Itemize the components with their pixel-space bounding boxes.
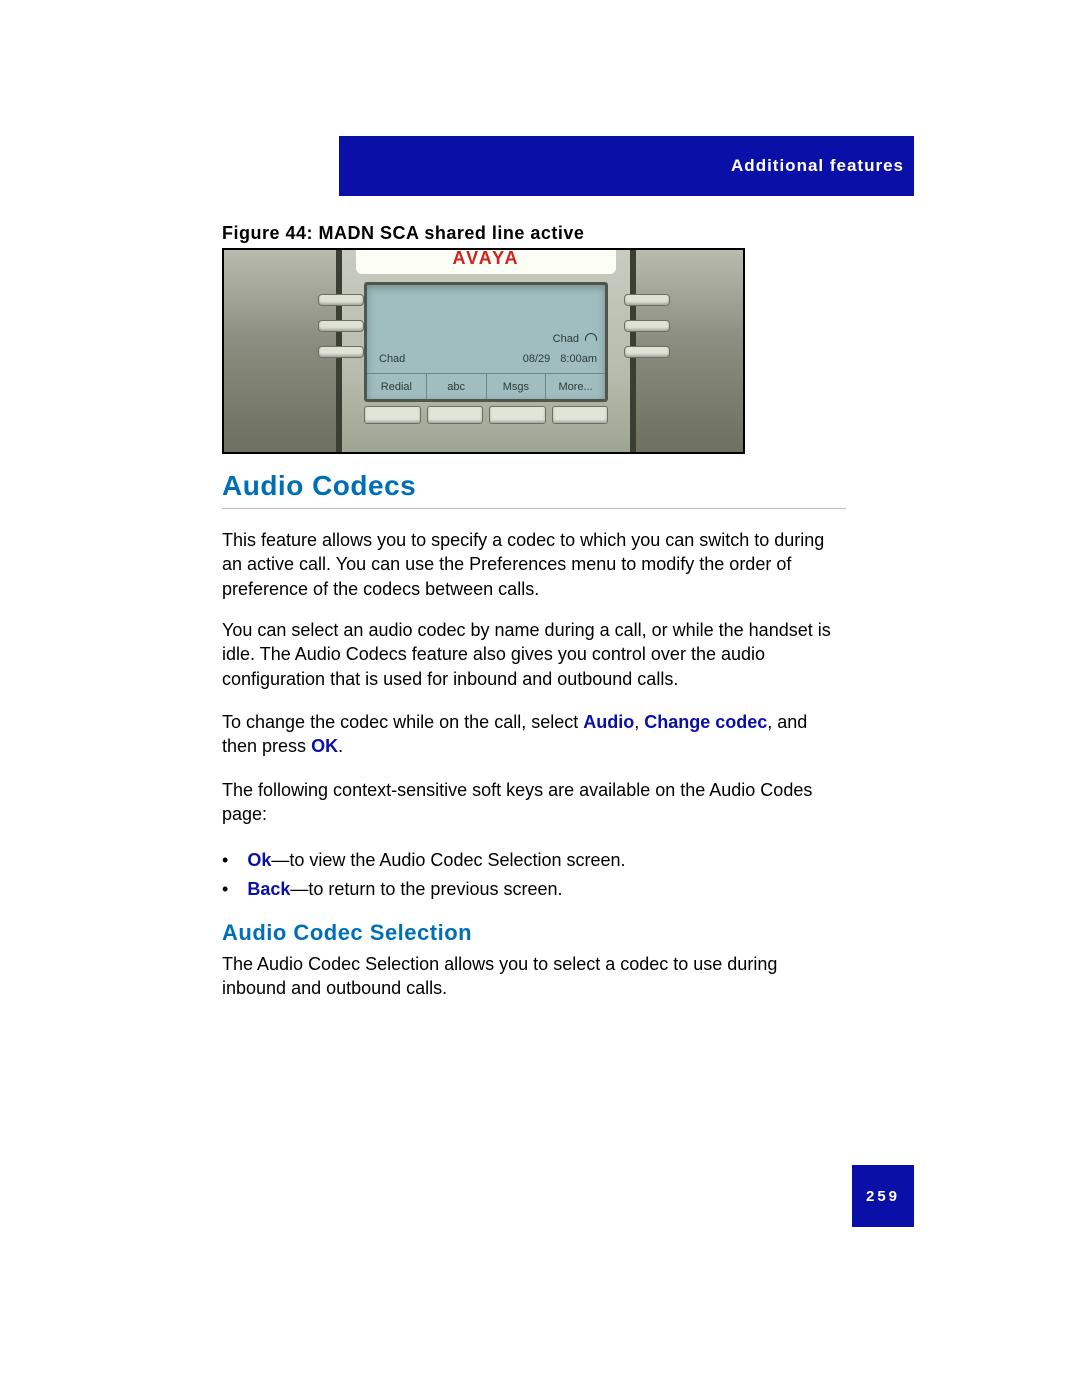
keyword-ok: OK (311, 736, 338, 756)
softkey-abc: abc (427, 374, 487, 399)
side-button (624, 294, 670, 306)
phone-device: AVAYA Chad Chad 08/29 (314, 248, 674, 454)
softkey-more: More... (546, 374, 605, 399)
lcd-date: 08/29 (523, 353, 551, 365)
keyword-ok: Ok (247, 850, 271, 870)
figure-caption: Figure 44: MADN SCA shared line active (222, 223, 584, 244)
lcd-softkey-row: Redial abc Msgs More... (367, 373, 605, 399)
keyword-back: Back (247, 879, 290, 899)
lcd-time: 8:00am (560, 353, 597, 365)
paragraph-select: You can select an audio codec by name du… (222, 618, 846, 691)
softkey-bullet-list: Ok—to view the Audio Codec Selection scr… (222, 846, 846, 904)
brand-logo: AVAYA (452, 248, 519, 269)
keyword-audio: Audio (583, 712, 634, 732)
header-bar: Additional features (339, 136, 914, 196)
lcd-caller-name: Chad (553, 333, 579, 345)
text: To change the codec while on the call, s… (222, 712, 583, 732)
paragraph-selection: The Audio Codec Selection allows you to … (222, 952, 846, 1001)
side-button (624, 320, 670, 332)
page-number: 259 (866, 1188, 900, 1205)
text: —to view the Audio Codec Selection scree… (271, 850, 625, 870)
side-button (318, 346, 364, 358)
phone-lcd: Chad Chad 08/29 8:00am Redial abc Msgs M… (364, 282, 608, 402)
phone-button (552, 406, 609, 424)
lcd-mid-row: Chad (367, 333, 605, 345)
softkey-redial: Redial (367, 374, 427, 399)
phone-button (427, 406, 484, 424)
phone-under-buttons (364, 406, 608, 424)
paragraph-softkeys-intro: The following context-sensitive soft key… (222, 778, 846, 827)
text: , (634, 712, 644, 732)
text: —to return to the previous screen. (290, 879, 562, 899)
header-section-title: Additional features (731, 156, 904, 176)
heading-audio-codecs: Audio Codecs (222, 470, 846, 509)
keyword-change-codec: Change codec (644, 712, 767, 732)
side-button (318, 294, 364, 306)
side-button (318, 320, 364, 332)
phone-button (489, 406, 546, 424)
handset-icon (585, 333, 597, 341)
lcd-user-name: Chad (379, 353, 405, 365)
document-page: Additional features Figure 44: MADN SCA … (134, 0, 946, 1397)
heading-audio-codec-selection: Audio Codec Selection (222, 920, 472, 946)
paragraph-change-codec: To change the codec while on the call, s… (222, 710, 846, 759)
paragraph-intro: This feature allows you to specify a cod… (222, 528, 846, 601)
brand-strip: AVAYA (356, 248, 616, 274)
list-item: Ok—to view the Audio Codec Selection scr… (222, 846, 846, 875)
side-button (624, 346, 670, 358)
softkey-msgs: Msgs (487, 374, 547, 399)
lcd-sub-row: Chad 08/29 8:00am (367, 353, 605, 365)
page-number-box: 259 (852, 1165, 914, 1227)
figure-image: AVAYA Chad Chad 08/29 (222, 248, 745, 454)
list-item: Back—to return to the previous screen. (222, 875, 846, 904)
phone-button (364, 406, 421, 424)
text: . (338, 736, 343, 756)
